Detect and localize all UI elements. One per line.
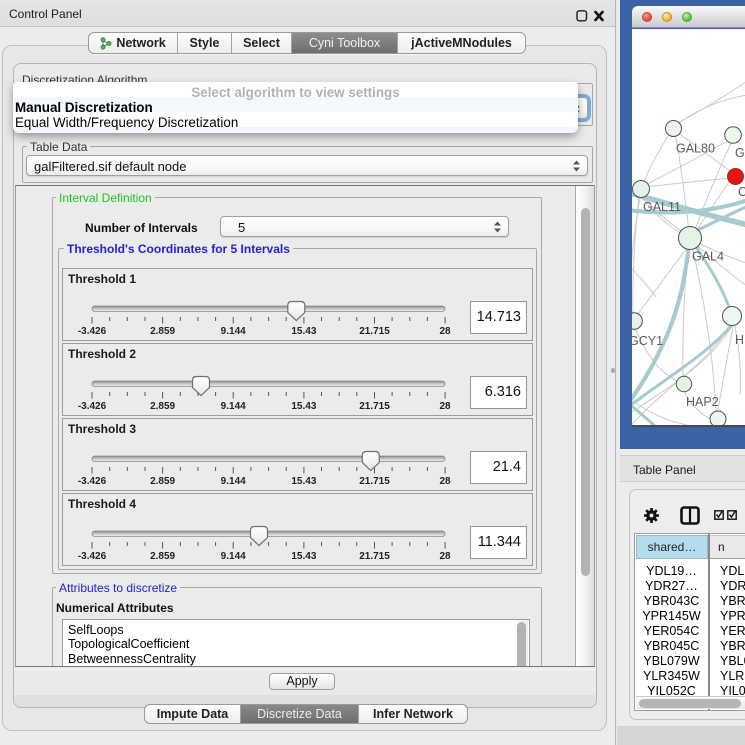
svg-text:15.43: 15.43 bbox=[291, 476, 316, 487]
svg-text:9.144: 9.144 bbox=[221, 551, 246, 562]
svg-text:2.859: 2.859 bbox=[150, 401, 175, 412]
svg-text:9.144: 9.144 bbox=[221, 401, 246, 412]
svg-text:GA: GA bbox=[735, 146, 745, 160]
svg-text:9.144: 9.144 bbox=[221, 476, 246, 487]
svg-text:H: H bbox=[735, 333, 744, 347]
svg-text:-3.426: -3.426 bbox=[78, 326, 107, 337]
svg-text:28: 28 bbox=[439, 401, 451, 412]
svg-text:GAL4: GAL4 bbox=[692, 250, 724, 264]
svg-text:GCY1: GCY1 bbox=[632, 334, 663, 348]
svg-text:28: 28 bbox=[439, 551, 451, 562]
svg-text:21.715: 21.715 bbox=[359, 551, 390, 562]
svg-text:9.144: 9.144 bbox=[221, 326, 246, 337]
svg-text:C: C bbox=[738, 185, 745, 199]
svg-text:2.859: 2.859 bbox=[150, 551, 175, 562]
svg-text:2.859: 2.859 bbox=[150, 476, 175, 487]
svg-text:-3.426: -3.426 bbox=[78, 476, 107, 487]
svg-text:GAL11: GAL11 bbox=[643, 200, 681, 214]
svg-text:21.715: 21.715 bbox=[359, 326, 390, 337]
svg-text:15.43: 15.43 bbox=[291, 551, 316, 562]
svg-text:GAL80: GAL80 bbox=[676, 142, 715, 156]
svg-text:2.859: 2.859 bbox=[150, 326, 175, 337]
svg-text:15.43: 15.43 bbox=[291, 401, 316, 412]
svg-text:21.715: 21.715 bbox=[359, 401, 390, 412]
svg-text:HAP2: HAP2 bbox=[686, 395, 719, 409]
svg-text:28: 28 bbox=[439, 476, 451, 487]
svg-text:-3.426: -3.426 bbox=[78, 551, 107, 562]
svg-text:28: 28 bbox=[439, 326, 451, 337]
svg-text:15.43: 15.43 bbox=[291, 326, 316, 337]
svg-text:-3.426: -3.426 bbox=[78, 401, 107, 412]
svg-text:21.715: 21.715 bbox=[359, 476, 390, 487]
